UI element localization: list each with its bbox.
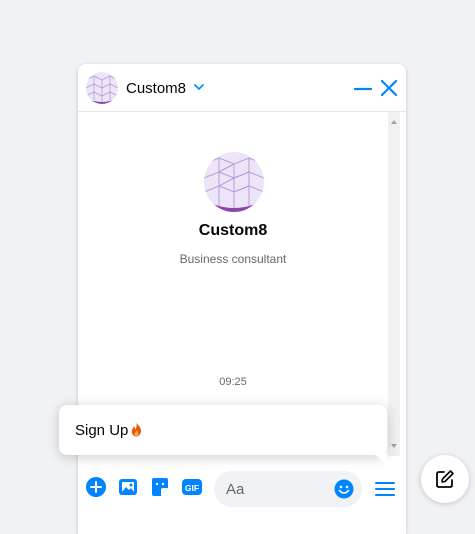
message-timestamp: 09:25 <box>219 376 247 388</box>
chevron-down-icon[interactable] <box>193 81 205 93</box>
sign-up-label[interactable]: Sign Up <box>75 422 143 439</box>
fire-icon <box>132 422 142 437</box>
gif-icon[interactable]: GIF <box>181 476 203 498</box>
sign-up-popup[interactable]: Sign Up <box>59 405 387 465</box>
new-message-button[interactable] <box>421 455 469 503</box>
svg-text:GIF: GIF <box>185 483 199 493</box>
profile-avatar <box>204 152 264 212</box>
profile-subtitle: Business consultant <box>179 252 287 266</box>
plus-circle-icon[interactable] <box>85 476 107 498</box>
menu-icon[interactable] <box>374 478 396 500</box>
composer: GIF <box>78 456 406 534</box>
emoji-icon[interactable] <box>334 479 354 499</box>
scroll-up-arrow[interactable] <box>391 120 397 124</box>
chat-title[interactable]: Custom8 <box>126 80 186 97</box>
scrollbar[interactable] <box>388 112 400 456</box>
avatar[interactable] <box>86 72 118 104</box>
close-icon[interactable] <box>378 77 400 99</box>
compose-icon <box>436 470 454 488</box>
image-icon[interactable] <box>117 476 139 498</box>
chat-window: Custom8 Custom8 Business consultant 09:2… <box>78 64 406 534</box>
chat-header: Custom8 <box>78 64 406 112</box>
scroll-down-arrow[interactable] <box>391 444 397 448</box>
profile-name: Custom8 <box>198 222 268 239</box>
minimize-icon[interactable] <box>352 77 374 99</box>
sticker-icon[interactable] <box>149 476 171 498</box>
popup-tail <box>373 453 387 465</box>
